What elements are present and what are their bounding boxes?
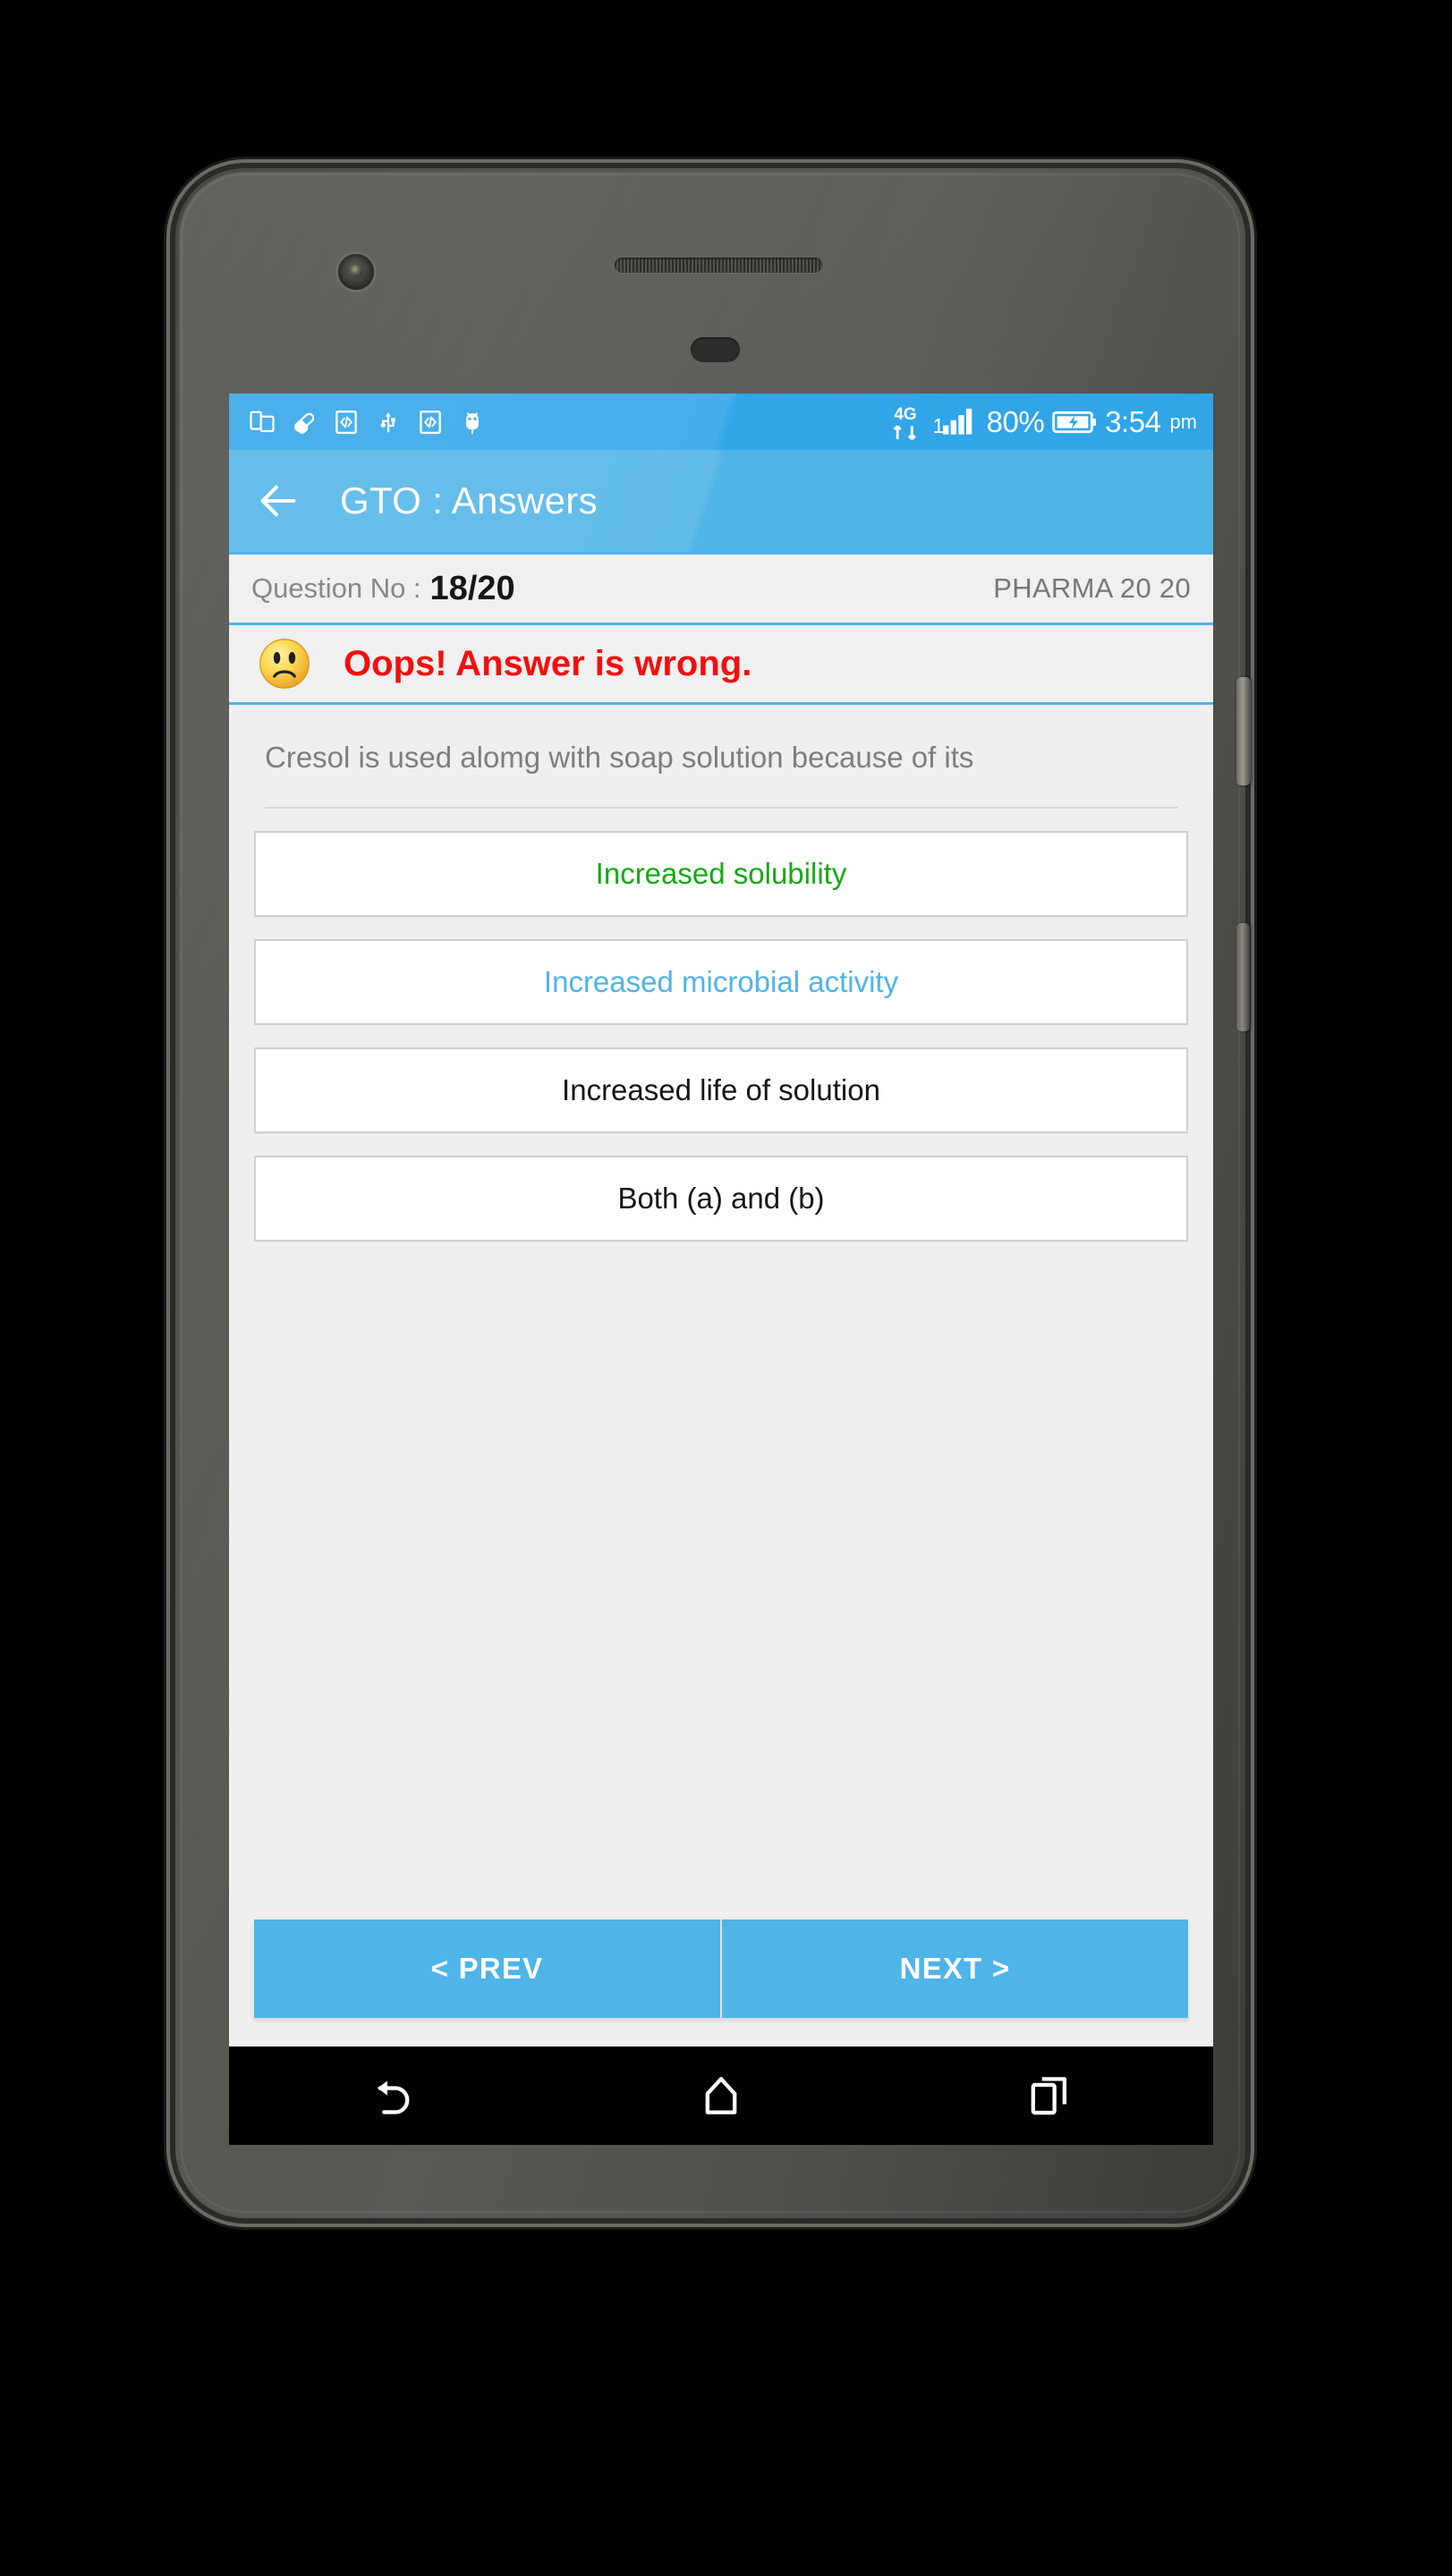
- android-bug-icon: [466, 411, 479, 434]
- multi-window-icon: [250, 411, 275, 432]
- usb-icon: [380, 411, 395, 432]
- exam-name-label: PHARMA 20 20: [993, 572, 1191, 604]
- question-number-bar: Question No : 18/20 PHARMA 20 20: [229, 552, 1213, 625]
- volume-rocker-button[interactable]: [1236, 677, 1251, 785]
- proximity-sensor: [691, 337, 740, 362]
- status-bar: 4G 1 80% 3:54 pm: [229, 394, 1213, 450]
- clock-ampm: pm: [1169, 410, 1197, 433]
- capsule-pill-icon: [294, 412, 315, 434]
- svg-text:1: 1: [932, 414, 944, 437]
- home-nav-icon[interactable]: [698, 2072, 744, 2119]
- status-bar-left-icons: [249, 407, 486, 437]
- recents-nav-icon[interactable]: [1026, 2072, 1073, 2119]
- earpiece-speaker: [615, 258, 822, 273]
- phone-screen: 4G 1 80% 3:54 pm GTO: Answers Question …: [229, 394, 1213, 2145]
- battery-charging-icon: [1052, 411, 1097, 433]
- question-number-value: 18/20: [429, 569, 515, 607]
- option-c[interactable]: Increased life of solution: [254, 1046, 1188, 1133]
- next-button[interactable]: NEXT >: [720, 1919, 1188, 2018]
- navigation-buttons: < PREV NEXT >: [254, 1919, 1188, 2018]
- page-title: GTO : Answers: [340, 479, 598, 521]
- option-b-label: Increased microbial activity: [543, 964, 899, 998]
- svg-text:4G: 4G: [894, 405, 916, 424]
- option-c-label: Increased life of solution: [562, 1072, 880, 1106]
- app-bar: GTO : Answers: [229, 450, 1213, 552]
- option-d[interactable]: Both (a) and (b): [254, 1155, 1188, 1241]
- network-4g-icon: 4G: [893, 405, 916, 440]
- signal-bars-icon: 1: [932, 408, 972, 437]
- option-a-label: Increased solubility: [595, 856, 847, 890]
- question-divider: [265, 806, 1177, 809]
- power-button[interactable]: [1236, 923, 1250, 1031]
- quiz-content: Cresol is used alomg with soap solution …: [229, 705, 1213, 2046]
- question-text: Cresol is used alomg with soap solution …: [265, 741, 974, 774]
- back-nav-icon[interactable]: [369, 2072, 416, 2119]
- android-navigation-bar: [229, 2046, 1213, 2145]
- sad-face-emoji: [259, 639, 310, 689]
- answer-result-bar: Oops! Answer is wrong.: [229, 625, 1213, 705]
- status-bar-right-icons: 4G 1 80% 3:54 pm: [888, 402, 1197, 442]
- front-camera-icon: [338, 254, 374, 290]
- prev-button[interactable]: < PREV: [254, 1919, 720, 2018]
- back-arrow-icon[interactable]: [255, 478, 301, 524]
- code-developer-icon-2: [420, 410, 441, 434]
- option-b[interactable]: Increased microbial activity: [254, 938, 1188, 1025]
- question-number-label: Question No :: [251, 572, 421, 604]
- option-a[interactable]: Increased solubility: [254, 830, 1188, 917]
- option-d-label: Both (a) and (b): [617, 1181, 825, 1215]
- code-developer-icon: [335, 410, 357, 434]
- result-message: Oops! Answer is wrong.: [344, 643, 752, 683]
- clock-time: 3:54: [1105, 404, 1161, 438]
- battery-percent-label: 80%: [986, 404, 1045, 438]
